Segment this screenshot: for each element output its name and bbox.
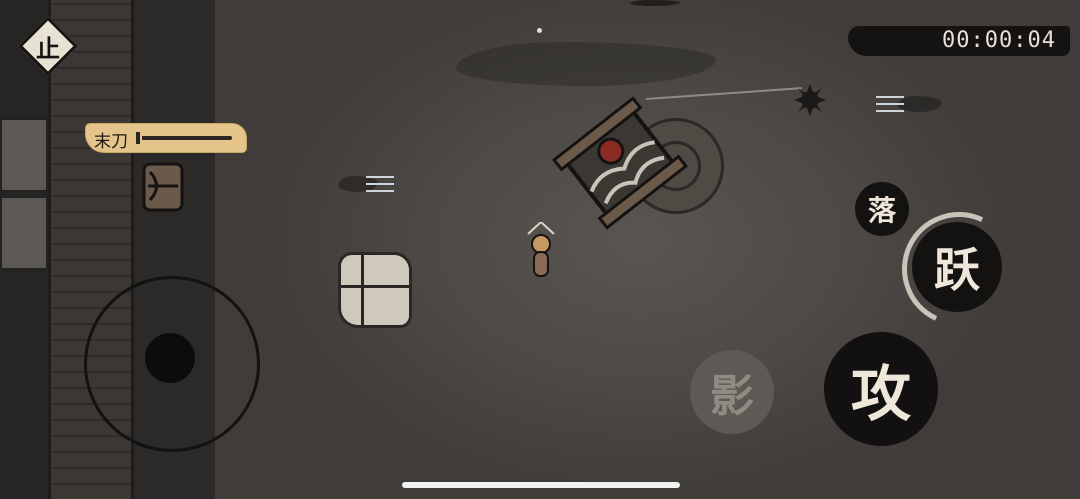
match-timer: 00:00:04 (848, 22, 1070, 60)
attack-button[interactable]: 攻 (824, 332, 938, 446)
crossbow-turret (142, 162, 184, 212)
joystick-knob[interactable] (145, 333, 195, 383)
arrow-volley-right (872, 92, 944, 116)
equipped-weapon[interactable]: 末刀 (86, 124, 246, 152)
arrow-volley-left (338, 172, 398, 196)
movement-joystick[interactable] (84, 276, 260, 452)
roof-awning (0, 118, 48, 192)
attack-label: 攻 (851, 359, 911, 430)
shadow-label: 影 (710, 371, 754, 422)
timer-value: 00:00:04 (942, 28, 1056, 53)
player-character (527, 222, 555, 277)
jump-button[interactable]: 跃 (912, 222, 1002, 312)
boulder (338, 252, 412, 328)
spiked-mace (794, 84, 826, 116)
roof-awning (0, 196, 48, 270)
weapon-name: 末刀 (94, 132, 128, 152)
saber-hilt (136, 132, 140, 144)
pickup-orb (537, 28, 542, 33)
saber-icon (142, 136, 232, 140)
fall-button[interactable]: 落 (855, 182, 909, 236)
pause-button[interactable]: 止 (18, 16, 78, 76)
shadow-button[interactable]: 影 (690, 350, 774, 434)
pause-label: 止 (36, 33, 60, 63)
jump-label: 跃 (934, 243, 980, 297)
fall-label: 落 (867, 194, 896, 227)
home-indicator[interactable] (402, 482, 680, 488)
